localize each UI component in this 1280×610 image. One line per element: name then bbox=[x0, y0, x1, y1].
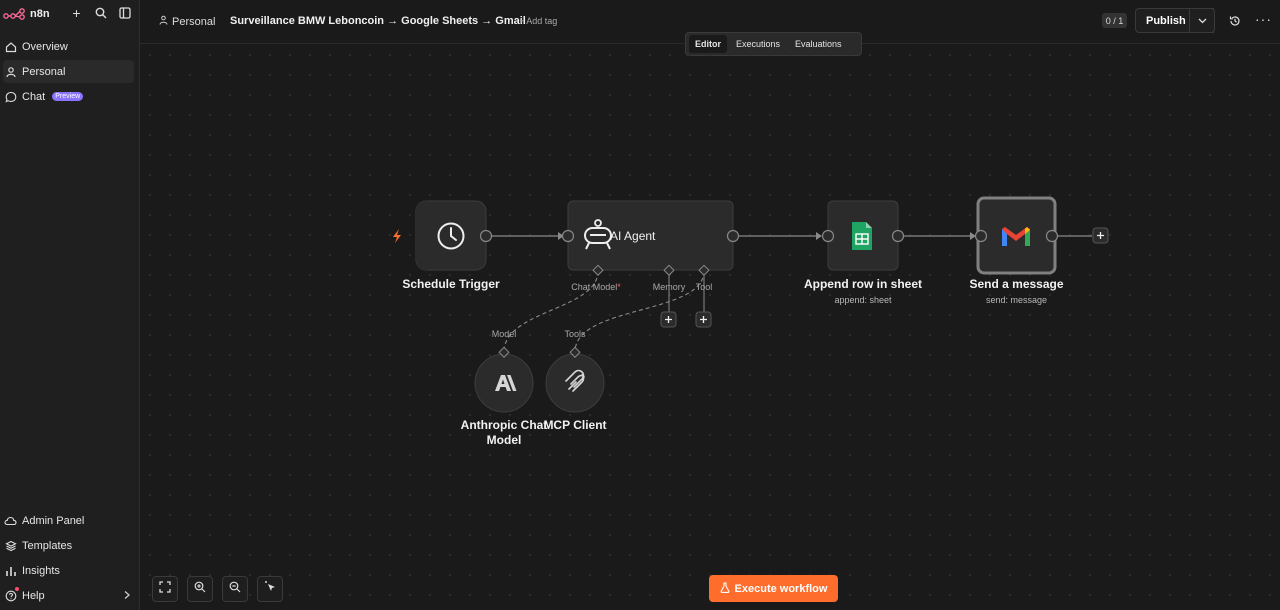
anthropic-node-hit[interactable] bbox=[475, 354, 533, 412]
chevron-down-icon bbox=[1198, 15, 1207, 27]
chat-model-port-label: Chat Model* bbox=[566, 282, 626, 292]
sidebar-item-insights[interactable]: Insights bbox=[3, 559, 134, 582]
schedule-trigger-label: Schedule Trigger bbox=[402, 277, 500, 291]
gmail-label: Send a message bbox=[969, 277, 1064, 291]
user-icon bbox=[4, 65, 17, 78]
zoom-in-button[interactable] bbox=[187, 576, 213, 602]
tidy-up-button[interactable] bbox=[257, 576, 283, 602]
search-icon[interactable] bbox=[94, 6, 107, 19]
memory-port-label: Memory bbox=[652, 282, 686, 292]
project-name: Personal bbox=[172, 15, 216, 28]
mcp-node-hit[interactable] bbox=[546, 354, 604, 412]
add-tag-button[interactable]: + Add tag bbox=[519, 16, 557, 26]
chevron-right-icon bbox=[123, 590, 131, 603]
sidebar-item-help[interactable]: Help bbox=[3, 584, 134, 607]
more-options-icon[interactable]: ··· bbox=[1255, 12, 1272, 26]
anthropic-label-line2: Model bbox=[486, 433, 522, 447]
model-port-label: Model bbox=[491, 329, 517, 339]
user-icon bbox=[159, 15, 168, 28]
sheets-node-hit[interactable] bbox=[828, 201, 898, 270]
zoom-out-icon bbox=[229, 580, 241, 598]
sidebar-bottom-nav: Admin Panel Templates Insights Help bbox=[3, 509, 134, 609]
templates-icon bbox=[4, 539, 17, 552]
tool-port-label: Tool bbox=[695, 282, 713, 292]
preview-badge: Preview bbox=[52, 92, 84, 101]
sidebar-item-label: Overview bbox=[22, 40, 68, 53]
sidebar-nav: Overview Personal Chat Preview bbox=[3, 35, 134, 110]
logo-text: n8n bbox=[30, 8, 50, 20]
home-icon bbox=[4, 40, 17, 53]
sheets-sublabel: append: sheet bbox=[834, 295, 892, 305]
n8n-logo[interactable]: n8n bbox=[3, 8, 50, 20]
sidebar-item-chat[interactable]: Chat Preview bbox=[3, 85, 134, 108]
chat-icon bbox=[4, 90, 17, 103]
gmail-sublabel: send: message bbox=[985, 295, 1048, 305]
sheets-label: Append row in sheet bbox=[803, 277, 922, 291]
chat-model-text: Chat Model bbox=[571, 282, 618, 292]
sidebar-item-label: Insights bbox=[22, 564, 60, 577]
tools-port-label: Tools bbox=[564, 329, 586, 339]
sidebar-item-label: Templates bbox=[22, 539, 73, 552]
sidebar-item-admin-panel[interactable]: Admin Panel bbox=[3, 509, 134, 532]
sidebar-item-overview[interactable]: Overview bbox=[3, 35, 134, 58]
sidebar-item-personal[interactable]: Personal bbox=[3, 60, 134, 83]
history-icon[interactable] bbox=[1229, 14, 1241, 32]
counter-badge: 0 / 1 bbox=[1102, 13, 1127, 28]
sidebar-item-label: Admin Panel bbox=[22, 514, 85, 527]
cursor-sparkle-icon bbox=[264, 580, 277, 598]
add-tool-button[interactable] bbox=[696, 312, 711, 327]
bar-chart-icon bbox=[4, 564, 17, 577]
execute-workflow-button[interactable]: Execute workflow bbox=[709, 575, 838, 602]
zoom-in-icon bbox=[194, 580, 206, 598]
notification-dot bbox=[15, 587, 19, 591]
sidebar-item-label: Personal bbox=[22, 65, 66, 78]
flask-icon bbox=[720, 581, 730, 596]
sidebar-item-label: Chat bbox=[22, 90, 46, 103]
sidebar-toggle-icon[interactable] bbox=[118, 6, 131, 19]
publish-dropdown-button[interactable] bbox=[1189, 8, 1215, 33]
workflow-canvas[interactable] bbox=[140, 45, 1280, 610]
required-marker: * bbox=[617, 282, 621, 292]
fit-view-button[interactable] bbox=[152, 576, 178, 602]
gmail-node-hit[interactable] bbox=[978, 198, 1055, 273]
add-memory-button[interactable] bbox=[661, 312, 676, 327]
plus-icon[interactable]: + bbox=[70, 5, 83, 21]
sidebar-item-label: Help bbox=[22, 589, 45, 602]
execute-label: Execute workflow bbox=[734, 582, 828, 595]
fit-view-icon bbox=[159, 580, 171, 598]
schedule-trigger-node-hit[interactable] bbox=[416, 201, 486, 270]
help-icon bbox=[4, 587, 19, 602]
workflow-title[interactable]: Surveillance BMW Leboncoin → Google Shee… bbox=[230, 15, 526, 27]
project-breadcrumb[interactable]: Personal bbox=[159, 15, 215, 28]
sidebar-item-templates[interactable]: Templates bbox=[3, 534, 134, 557]
mcp-label: MCP Client bbox=[543, 418, 607, 432]
cloud-icon bbox=[4, 514, 17, 527]
add-node-button[interactable] bbox=[1093, 228, 1108, 243]
sidebar: n8n + Overview Personal Chat Preview Adm… bbox=[0, 0, 140, 610]
ai-agent-node-hit[interactable] bbox=[568, 201, 733, 270]
zoom-out-button[interactable] bbox=[222, 576, 248, 602]
n8n-logo-icon bbox=[3, 8, 25, 20]
